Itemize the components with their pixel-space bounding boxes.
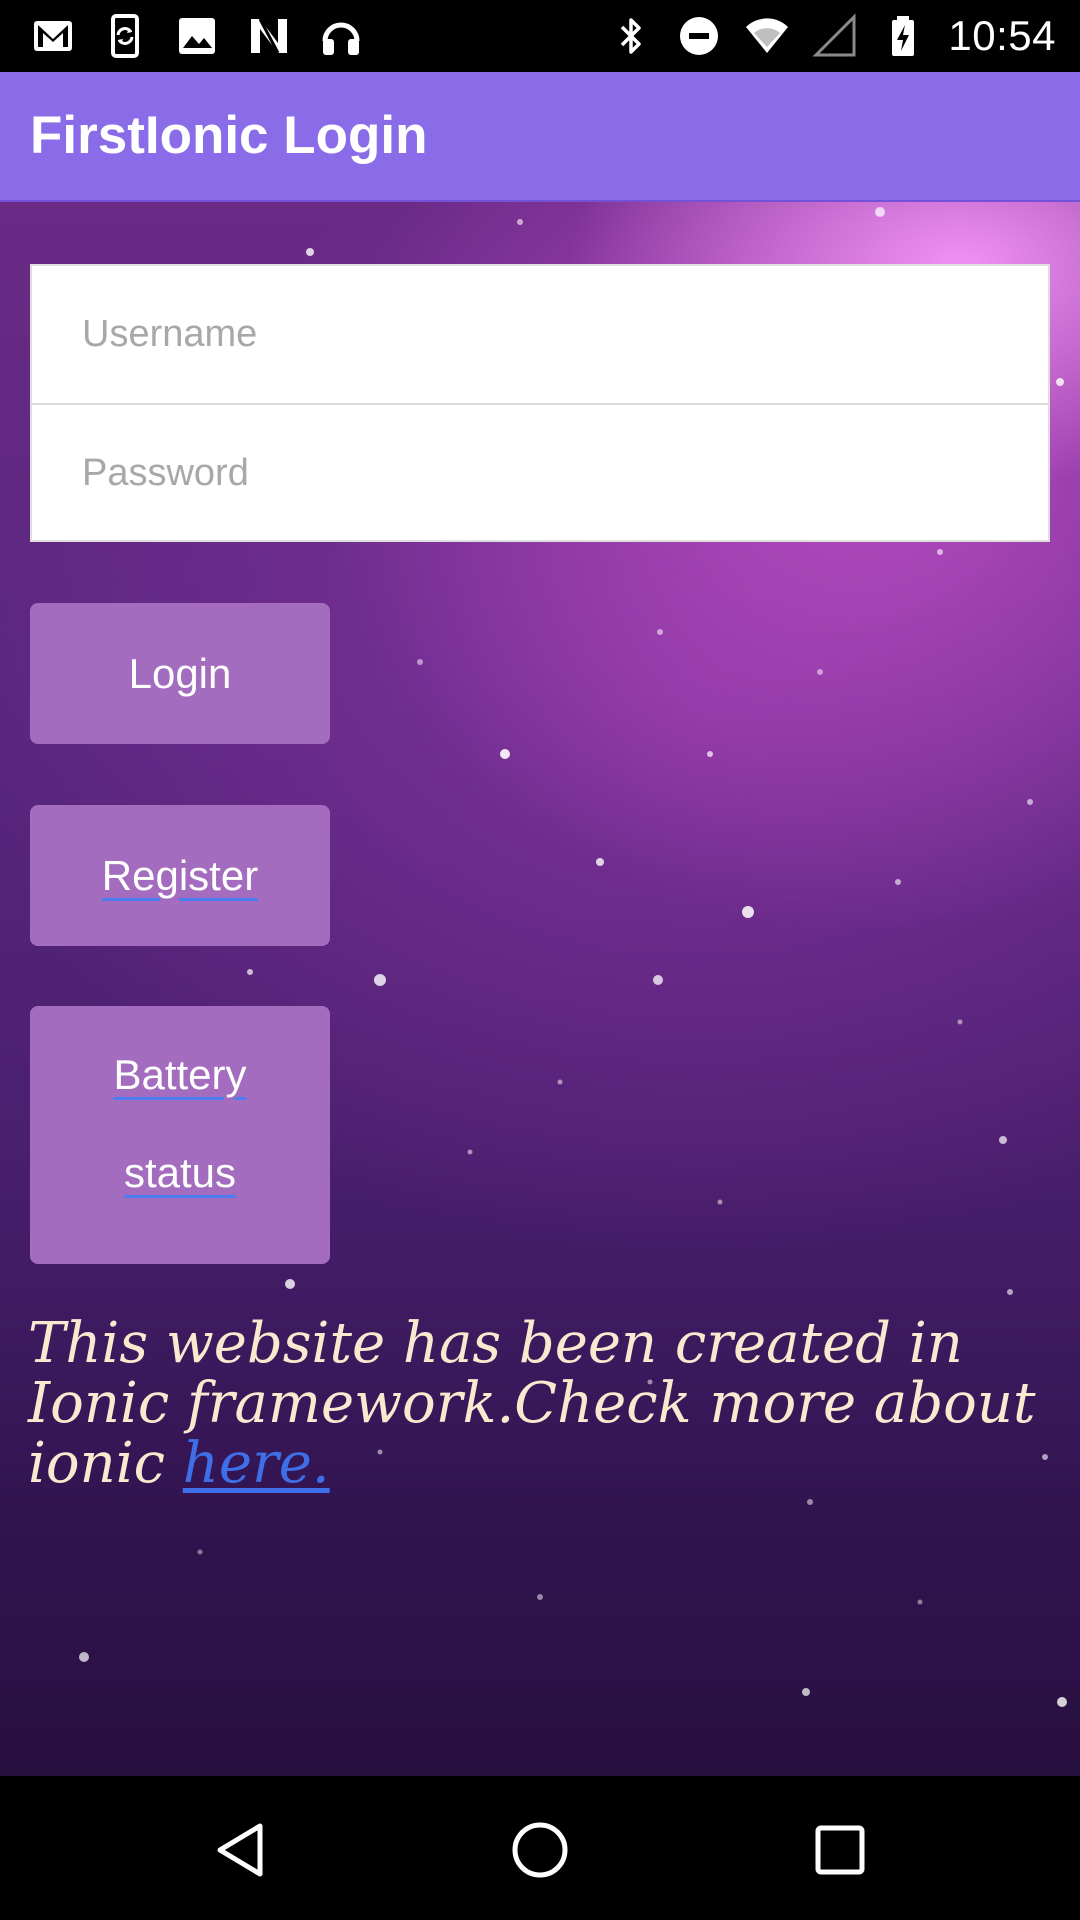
- register-button[interactable]: Register: [30, 805, 330, 946]
- wifi-icon: [744, 13, 790, 59]
- navigation-bar: [0, 1776, 1080, 1920]
- home-button[interactable]: [500, 1810, 580, 1890]
- app-toolbar: FirstIonic Login: [0, 72, 1080, 202]
- image-icon: [174, 13, 220, 59]
- login-button-label: Login: [128, 650, 232, 697]
- battery-word: Battery: [113, 1051, 247, 1098]
- back-icon: [217, 1823, 263, 1877]
- status-bar: 10:54: [0, 0, 1080, 72]
- footer-message: This website has been created in Ionic f…: [28, 1314, 1058, 1494]
- username-input[interactable]: [32, 266, 1048, 403]
- gmail-icon: [30, 13, 76, 59]
- register-button-label: Register: [101, 852, 259, 899]
- status-word: status: [123, 1149, 237, 1196]
- notification-icons: [30, 12, 390, 60]
- app-screen: 10:54 FirstIonic Login Username Login Re…: [0, 0, 1080, 1920]
- recents-icon: [815, 1825, 865, 1875]
- battery-status-button[interactable]: Battery status: [30, 1006, 330, 1264]
- do-not-disturb-icon: [676, 13, 722, 59]
- page-title: FirstIonic Login: [30, 106, 428, 165]
- battery-charging-icon: [880, 13, 926, 59]
- content-area: Login Register Battery status This websi…: [0, 202, 1080, 1776]
- headphones-icon: [318, 13, 364, 59]
- ionic-link[interactable]: here.: [183, 1431, 330, 1496]
- footer-text: This website has been created in Ionic f…: [28, 1311, 1036, 1496]
- n-logo-icon: [246, 13, 292, 59]
- login-form: [30, 264, 1050, 542]
- bluetooth-icon: [608, 13, 654, 59]
- battery-button-label-line2: status: [30, 1110, 330, 1236]
- back-button[interactable]: [200, 1810, 280, 1890]
- home-icon: [512, 1822, 568, 1878]
- password-input[interactable]: [32, 405, 1048, 542]
- status-clock: 10:54: [948, 12, 1056, 59]
- login-button[interactable]: Login: [30, 603, 330, 744]
- cell-signal-icon: [812, 13, 858, 59]
- system-icons: 10:54: [608, 12, 1056, 60]
- recents-button[interactable]: [800, 1810, 880, 1890]
- phone-sync-icon: [102, 13, 148, 59]
